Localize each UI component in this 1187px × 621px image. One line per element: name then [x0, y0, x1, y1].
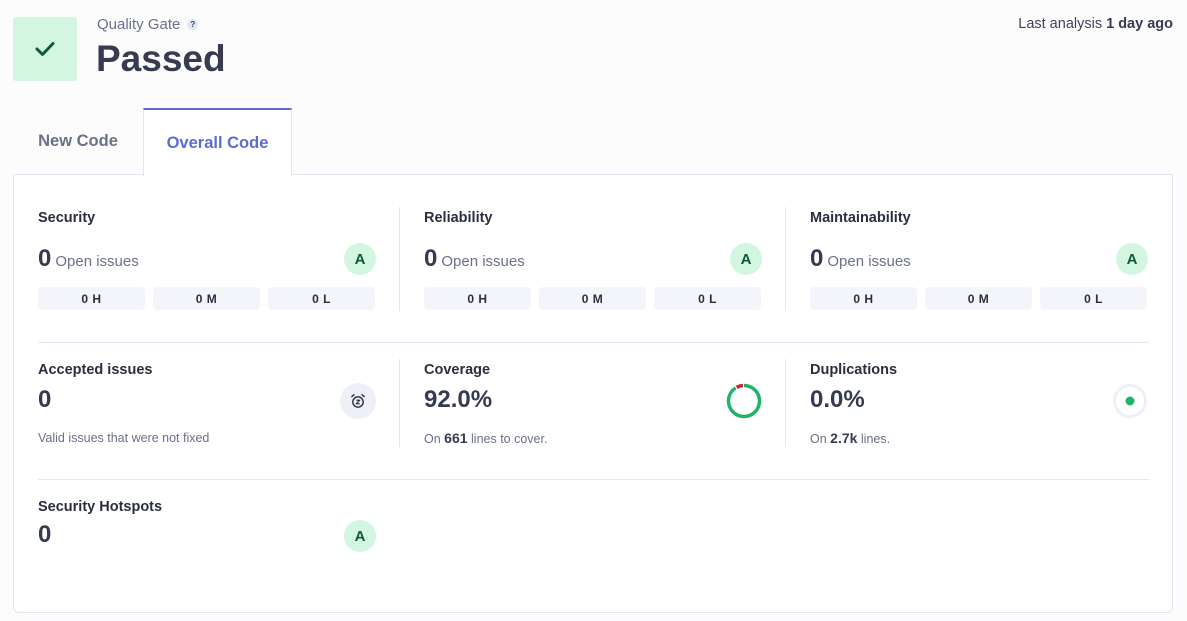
security-hotspots-rating-badge[interactable]: A	[344, 520, 376, 552]
reliability-count[interactable]: 0	[424, 245, 437, 272]
coverage-donut-chart[interactable]	[726, 383, 762, 419]
security-severity-high[interactable]: 0 H	[38, 287, 145, 310]
coverage-title: Coverage	[424, 362, 491, 378]
reliability-count-label: Open issues	[441, 253, 525, 270]
reliability-severity-low[interactable]: 0 L	[654, 287, 761, 310]
reliability-open-issues[interactable]: 0 Open issues	[424, 245, 525, 273]
divider	[785, 359, 786, 447]
reliability-severity-high[interactable]: 0 H	[424, 287, 531, 310]
maintainability-rating-badge[interactable]: A	[1116, 243, 1148, 275]
duplications-value[interactable]: 0.0%	[810, 386, 865, 414]
duplications-subtitle: On 2.7k lines.	[810, 430, 891, 446]
security-severity-row: 0 H 0 M 0 L	[38, 287, 375, 310]
last-analysis-value: 1 day ago	[1106, 16, 1173, 32]
security-severity-medium[interactable]: 0 M	[153, 287, 260, 310]
maintainability-severity-row: 0 H 0 M 0 L	[810, 287, 1147, 310]
duplications-title: Duplications	[810, 362, 898, 378]
accepted-issues-icon-wrap	[340, 383, 376, 419]
coverage-lines-to-cover[interactable]: 661	[444, 430, 467, 446]
coverage-donut-covered	[726, 383, 762, 419]
security-title: Security	[38, 210, 96, 226]
security-hotspots-title: Security Hotspots	[38, 499, 163, 515]
accepted-issues-description: Valid issues that were not fixed	[38, 431, 210, 445]
maintainability-open-issues[interactable]: 0 Open issues	[810, 245, 911, 273]
check-icon	[35, 42, 55, 56]
security-hotspots-count[interactable]: 0	[38, 521, 51, 549]
maintainability-severity-high[interactable]: 0 H	[810, 287, 917, 310]
accepted-issues-title: Accepted issues	[38, 362, 153, 378]
security-count[interactable]: 0	[38, 245, 51, 272]
divider	[399, 359, 400, 447]
reliability-title: Reliability	[424, 210, 493, 226]
alarm-snooze-icon	[351, 394, 365, 408]
divider	[399, 207, 400, 311]
security-severity-low[interactable]: 0 L	[268, 287, 375, 310]
quality-gate-label-text: Quality Gate	[97, 16, 181, 33]
duplications-indicator[interactable]	[1112, 383, 1148, 419]
help-icon[interactable]: ?	[187, 19, 199, 30]
accepted-issues-count[interactable]: 0	[38, 386, 51, 414]
security-count-label: Open issues	[55, 253, 139, 270]
tab-overall-code[interactable]: Overall Code	[143, 108, 292, 176]
quality-gate-status-badge	[13, 17, 77, 81]
duplications-lines[interactable]: 2.7k	[830, 430, 857, 446]
security-rating-badge[interactable]: A	[344, 243, 376, 275]
maintainability-count[interactable]: 0	[810, 245, 823, 272]
divider	[38, 342, 1149, 343]
reliability-severity-row: 0 H 0 M 0 L	[424, 287, 761, 310]
quality-gate-status: Passed	[96, 38, 226, 79]
maintainability-severity-medium[interactable]: 0 M	[925, 287, 1032, 310]
tab-new-code[interactable]: New Code	[13, 108, 143, 175]
reliability-rating-badge[interactable]: A	[730, 243, 762, 275]
duplications-indicator-dot	[1125, 396, 1135, 406]
measures-panel: Security 0 Open issues A 0 H 0 M 0 L Reli…	[13, 174, 1173, 613]
reliability-severity-medium[interactable]: 0 M	[539, 287, 646, 310]
maintainability-title: Maintainability	[810, 210, 911, 226]
maintainability-count-label: Open issues	[827, 253, 911, 270]
maintainability-severity-low[interactable]: 0 L	[1040, 287, 1147, 310]
security-open-issues[interactable]: 0 Open issues	[38, 245, 139, 273]
quality-gate-label: Quality Gate ?	[97, 16, 199, 33]
last-analysis-label: Last analysis	[1018, 16, 1103, 32]
coverage-subtitle: On 661 lines to cover.	[424, 430, 548, 446]
divider	[38, 479, 1149, 480]
divider	[785, 207, 786, 311]
last-analysis: Last analysis 1 day ago	[1018, 16, 1173, 32]
coverage-value[interactable]: 92.0%	[424, 386, 492, 414]
